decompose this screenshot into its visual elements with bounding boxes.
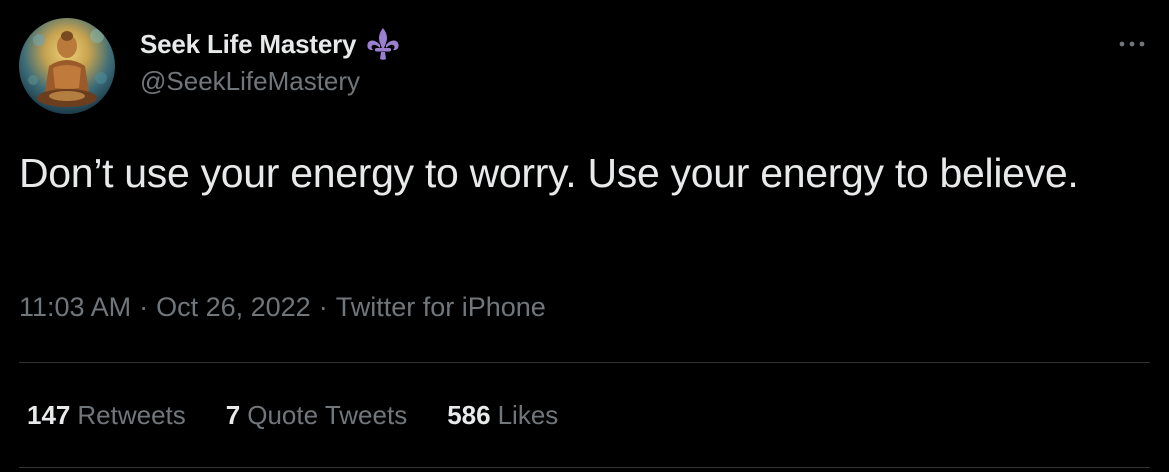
divider	[19, 467, 1150, 468]
display-name-row: Seek Life Mastery	[140, 26, 402, 62]
buddha-avatar[interactable]	[19, 18, 115, 114]
tweet-date[interactable]: Oct 26, 2022	[156, 292, 311, 322]
engagement-stats: 147 Retweets 7 Quote Tweets 586 Likes	[27, 400, 558, 431]
tweet-source[interactable]: Twitter for iPhone	[336, 292, 546, 322]
fleur-de-lis-icon	[364, 26, 402, 62]
quote-tweets-label: Quote Tweets	[247, 400, 408, 430]
tweet-text: Don’t use your energy to worry. Use your…	[19, 150, 1079, 196]
likes-stat[interactable]: 586 Likes	[447, 400, 558, 431]
more-options-icon[interactable]	[1114, 30, 1150, 58]
quote-tweets-stat[interactable]: 7 Quote Tweets	[226, 400, 407, 431]
quote-tweets-count: 7	[225, 400, 241, 430]
likes-count: 586	[447, 400, 491, 430]
tweet-card: Seek Life Mastery @SeekLifeMastery Don’t…	[0, 0, 1169, 472]
user-handle[interactable]: @SeekLifeMastery	[140, 66, 402, 97]
display-name[interactable]: Seek Life Mastery	[140, 29, 356, 60]
author-block: Seek Life Mastery @SeekLifeMastery	[140, 26, 402, 97]
retweets-stat[interactable]: 147 Retweets	[27, 400, 186, 431]
retweets-label: Retweets	[77, 400, 186, 430]
likes-label: Likes	[497, 400, 559, 430]
meta-separator: ·	[318, 292, 328, 322]
tweet-metadata: 11:03 AM · Oct 26, 2022 · Twitter for iPhone	[19, 292, 546, 323]
retweets-count: 147	[27, 400, 71, 430]
tweet-time[interactable]: 11:03 AM	[19, 292, 131, 322]
meta-separator: ·	[139, 292, 149, 322]
divider	[19, 362, 1150, 363]
